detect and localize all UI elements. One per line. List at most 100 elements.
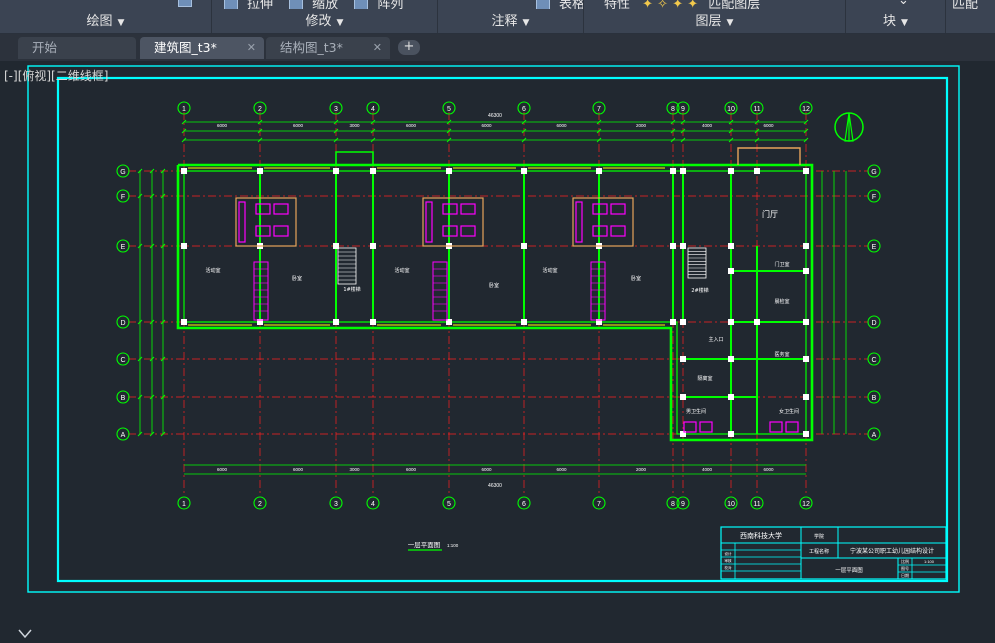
column (754, 319, 760, 325)
axis-bubble-label: B (872, 395, 877, 402)
porch-wall-right (737, 147, 801, 165)
table-icon (536, 0, 550, 9)
total-width-dimension: 46300 (488, 113, 502, 119)
room-label: 卧室 (292, 275, 302, 282)
plan-title-text: 一层平面图 (408, 541, 441, 549)
dimension-value-top: 6000 (763, 123, 774, 128)
toilet-fixture (683, 421, 697, 433)
room-label: 主入口 (708, 336, 723, 343)
draw-tools (0, 0, 211, 9)
total-width-dimension-bottom: 46300 (488, 483, 502, 489)
column (333, 168, 339, 174)
axis-bubble-label: E (872, 244, 877, 251)
title-block-project: 宁波某公司职工幼儿园结构设计 (850, 547, 934, 555)
chevron-down-icon[interactable] (18, 627, 32, 641)
tab-structure-drawing[interactable]: 结构图_t3* ✕ (266, 37, 390, 59)
column (446, 168, 452, 174)
tab-architecture-drawing[interactable]: 建筑图_t3* ✕ (140, 37, 264, 59)
model-space-canvas[interactable]: 6000 6000 6000 6000 3000 3000 6000 6000 6000 6000… (0, 61, 995, 643)
room-label: 隔离室 (697, 375, 712, 382)
ribbon-group-modify-title[interactable]: 修改 ▼ (212, 13, 437, 31)
modify-tools: 拉伸 缩放 阵列 (212, 0, 437, 9)
axis-bubble-label: 7 (597, 106, 601, 113)
toilet-fixture (255, 203, 271, 215)
new-tab-button[interactable]: + (398, 40, 420, 55)
column (803, 319, 809, 325)
axis-bubble-label: 3 (334, 106, 338, 113)
ribbon-group-draw-title[interactable]: 绘图 ▼ (0, 13, 211, 31)
room-label: 卧室 (489, 282, 499, 289)
axis-bubble-label: F (872, 194, 876, 201)
close-icon[interactable]: ✕ (247, 37, 256, 59)
title-block: 西南科技大学 学院 工程名称 宁波某公司职工幼儿园结构设计 一层平面图 比例 1… (720, 526, 947, 580)
column (680, 319, 686, 325)
match-layer-tool[interactable]: 匹配图层 (708, 0, 760, 9)
column (680, 168, 686, 174)
column (370, 319, 376, 325)
dimension-value-bottom: 6000 (293, 467, 304, 472)
ribbon-group-layers-title[interactable]: 图层 ▼ (584, 13, 845, 31)
ribbon-group-properties: 匹配 (946, 0, 995, 33)
column (257, 168, 263, 174)
column (728, 168, 734, 174)
title-block-scale-label: 比例 (901, 558, 909, 564)
axis-bubble-label: 7 (597, 501, 601, 508)
axis-bubble-label: D (871, 320, 876, 327)
draw-tool-icon[interactable] (178, 0, 192, 7)
column (181, 319, 187, 325)
column (680, 394, 686, 400)
ribbon-group-draw: 绘图 ▼ (0, 0, 212, 33)
axis-bubble-label: 12 (802, 106, 810, 113)
ribbon: 绘图 ▼ 拉伸 缩放 阵列 修改 ▼ 表格 注释 ▼ 特性 ✦ ✧ ✦ ✦ 匹配图层 … (0, 0, 995, 34)
axis-bubble-label: 6 (522, 106, 526, 113)
array-tool[interactable]: 阵列 (348, 0, 403, 9)
properties-tools: 匹配 (946, 0, 995, 9)
properties-tool[interactable]: 特性 (604, 0, 630, 9)
column (670, 168, 676, 174)
axis-bubble-label: C (871, 357, 876, 364)
scale-tool[interactable]: 缩放 (283, 0, 338, 9)
tab-start[interactable]: 开始 (18, 37, 136, 59)
layer-state-icons[interactable]: ✦ ✧ ✦ ✦ (642, 0, 698, 9)
toilet-fixture (273, 203, 289, 215)
column (728, 319, 734, 325)
table-tool[interactable]: 表格 (530, 0, 583, 9)
column (680, 356, 686, 362)
column (670, 319, 676, 325)
block-dropdown-icon[interactable]: ⌄ (898, 0, 909, 8)
annotate-tools: 表格 (438, 0, 583, 9)
axis-bubble-label: 10 (727, 106, 735, 113)
close-icon[interactable]: ✕ (373, 37, 382, 59)
axis-bubble-label: 9 (681, 501, 685, 508)
stair-0 (337, 247, 357, 285)
column (803, 268, 809, 274)
match-properties-tool[interactable]: 匹配 (952, 0, 978, 9)
ribbon-group-block: ⌄ 块 ▼ (846, 0, 946, 33)
north-arrow (834, 112, 864, 142)
ribbon-group-modify: 拉伸 缩放 阵列 修改 ▼ (212, 0, 438, 33)
stretch-tool[interactable]: 拉伸 (218, 0, 273, 9)
toilet-fixture (460, 203, 476, 215)
column (728, 268, 734, 274)
chevron-down-icon: ▼ (522, 18, 530, 28)
title-block-number-label: 图号 (901, 565, 909, 571)
column (680, 243, 686, 249)
title-block-date-label: 日期 (901, 572, 909, 578)
column (803, 394, 809, 400)
column (803, 168, 809, 174)
sink-fixture (575, 201, 583, 243)
dimension-value-top: 6000 (556, 123, 567, 128)
ribbon-group-block-title[interactable]: 块 ▼ (846, 13, 945, 31)
viewport-controls-label[interactable]: [-][俯视][二维线框] (4, 67, 108, 84)
dimension-value-top: 2000 (636, 123, 647, 128)
ribbon-group-annotate-title[interactable]: 注释 ▼ (438, 13, 583, 31)
outer-wall (176, 163, 814, 442)
room-label: 门卫室 (774, 261, 789, 268)
floor-plan-drawing[interactable]: 6000 6000 6000 6000 3000 3000 6000 6000 6000 6000… (0, 61, 995, 643)
plan-title: 一层平面图 1:100 (408, 541, 459, 551)
axis-bubble-label: C (120, 357, 125, 364)
file-tab-bar: 开始 建筑图_t3* ✕ 结构图_t3* ✕ (0, 34, 995, 61)
column (521, 243, 527, 249)
column (728, 243, 734, 249)
scale-icon (289, 0, 304, 9)
